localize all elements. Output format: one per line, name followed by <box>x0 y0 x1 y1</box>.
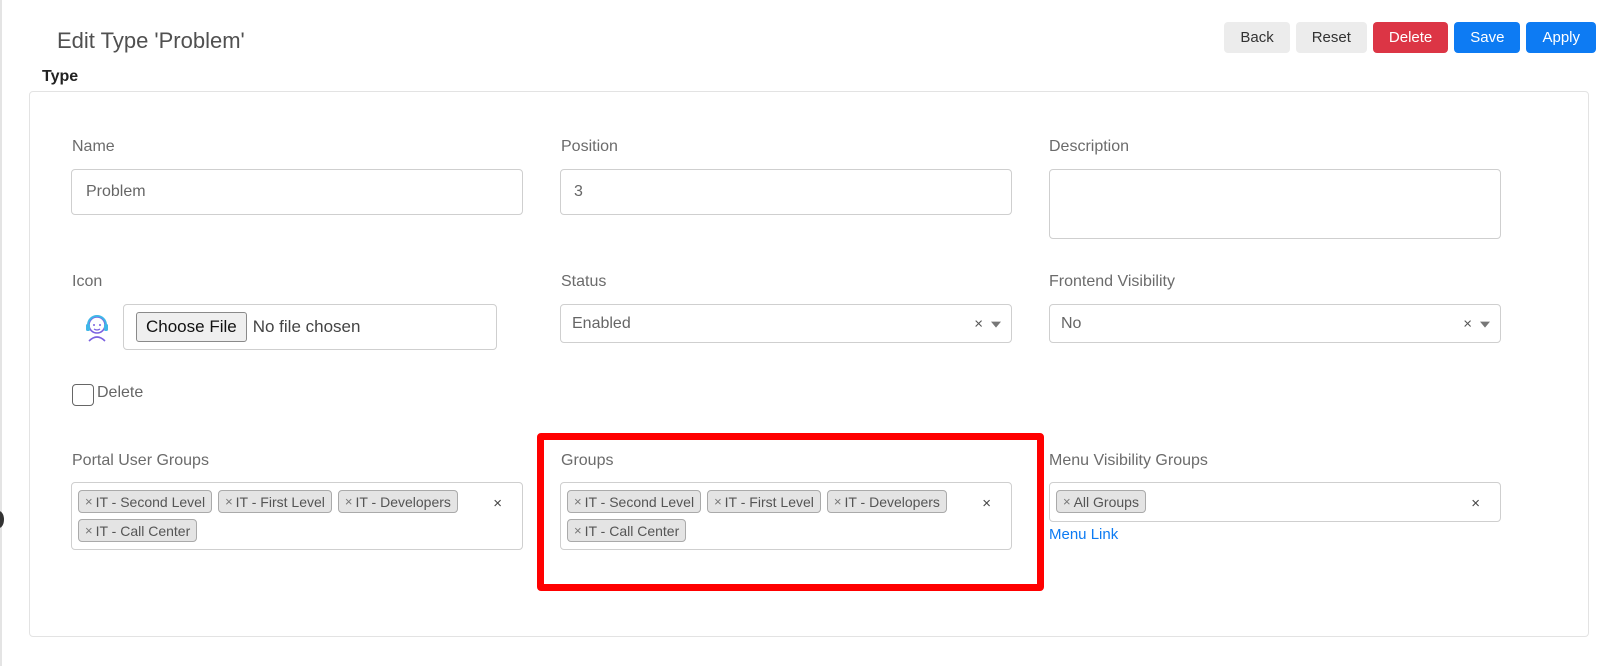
groups-highlight-box <box>537 433 1044 591</box>
portal-group-tag: × IT - First Level <box>218 490 332 513</box>
menu-visibility-groups-label: Menu Visibility Groups <box>1049 452 1208 469</box>
toolbar: Back Reset Delete Save Apply <box>1224 22 1596 53</box>
reset-button[interactable]: Reset <box>1295 22 1367 53</box>
name-label: Name <box>72 138 115 155</box>
delete-checkbox-label: Delete <box>97 384 144 401</box>
file-status-text: No file chosen <box>252 317 361 336</box>
section-label: Type <box>42 68 79 85</box>
apply-button[interactable]: Apply <box>1526 22 1596 53</box>
tag-remove-icon[interactable]: × <box>345 494 353 509</box>
status-label: Status <box>561 273 607 290</box>
menu-visibility-groups-select[interactable]: × All Groups × <box>1049 482 1501 522</box>
menu-link[interactable]: Menu Link <box>1049 526 1118 543</box>
tag-remove-icon[interactable]: × <box>85 523 93 538</box>
portal-group-tag: × IT - Developers <box>337 490 458 513</box>
frontend-visibility-chevron-down-icon[interactable] <box>1480 321 1490 328</box>
delete-icon-checkbox[interactable] <box>72 384 94 406</box>
tag-remove-icon[interactable]: × <box>85 494 93 509</box>
page-title: Edit Type 'Problem' <box>57 28 245 53</box>
left-border <box>0 0 2 666</box>
menu-group-tag: × All Groups <box>1056 490 1146 513</box>
portal-groups-clear-icon[interactable]: × <box>493 495 502 512</box>
description-textarea[interactable] <box>1049 169 1501 239</box>
user-headset-icon <box>86 315 108 342</box>
portal-user-groups-select[interactable]: × IT - Second Level × IT - First Level × IT… <box>71 482 523 550</box>
frontend-visibility-select[interactable]: No × <box>1049 304 1501 343</box>
name-input[interactable]: Problem <box>71 169 523 215</box>
portal-group-tag: × IT - Second Level <box>78 490 213 513</box>
position-input[interactable]: 3 <box>560 169 1012 215</box>
tag-remove-icon[interactable]: × <box>1063 494 1071 509</box>
description-label: Description <box>1049 138 1130 155</box>
back-button[interactable]: Back <box>1224 22 1290 53</box>
tag-remove-icon[interactable]: × <box>225 494 233 509</box>
icon-file-input: Choose File No file chosen <box>123 304 497 350</box>
status-clear-icon[interactable]: × <box>974 315 983 332</box>
menu-groups-clear-icon[interactable]: × <box>1471 495 1480 512</box>
portal-group-tag: × IT - Call Center <box>78 519 198 542</box>
icon-label: Icon <box>72 273 103 290</box>
frontend-visibility-clear-icon[interactable]: × <box>1463 315 1472 332</box>
frontend-visibility-label: Frontend Visibility <box>1049 273 1175 290</box>
save-button[interactable]: Save <box>1454 22 1521 53</box>
delete-button[interactable]: Delete <box>1372 22 1449 53</box>
choose-file-button[interactable]: Choose File <box>136 312 247 342</box>
portal-user-groups-label: Portal User Groups <box>72 452 209 469</box>
position-label: Position <box>561 138 618 155</box>
scroll-handle[interactable] <box>0 511 4 528</box>
status-chevron-down-icon[interactable] <box>991 321 1001 328</box>
status-select[interactable]: Enabled × <box>560 304 1012 343</box>
status-value: Enabled <box>572 314 631 332</box>
frontend-visibility-value: No <box>1061 314 1082 332</box>
